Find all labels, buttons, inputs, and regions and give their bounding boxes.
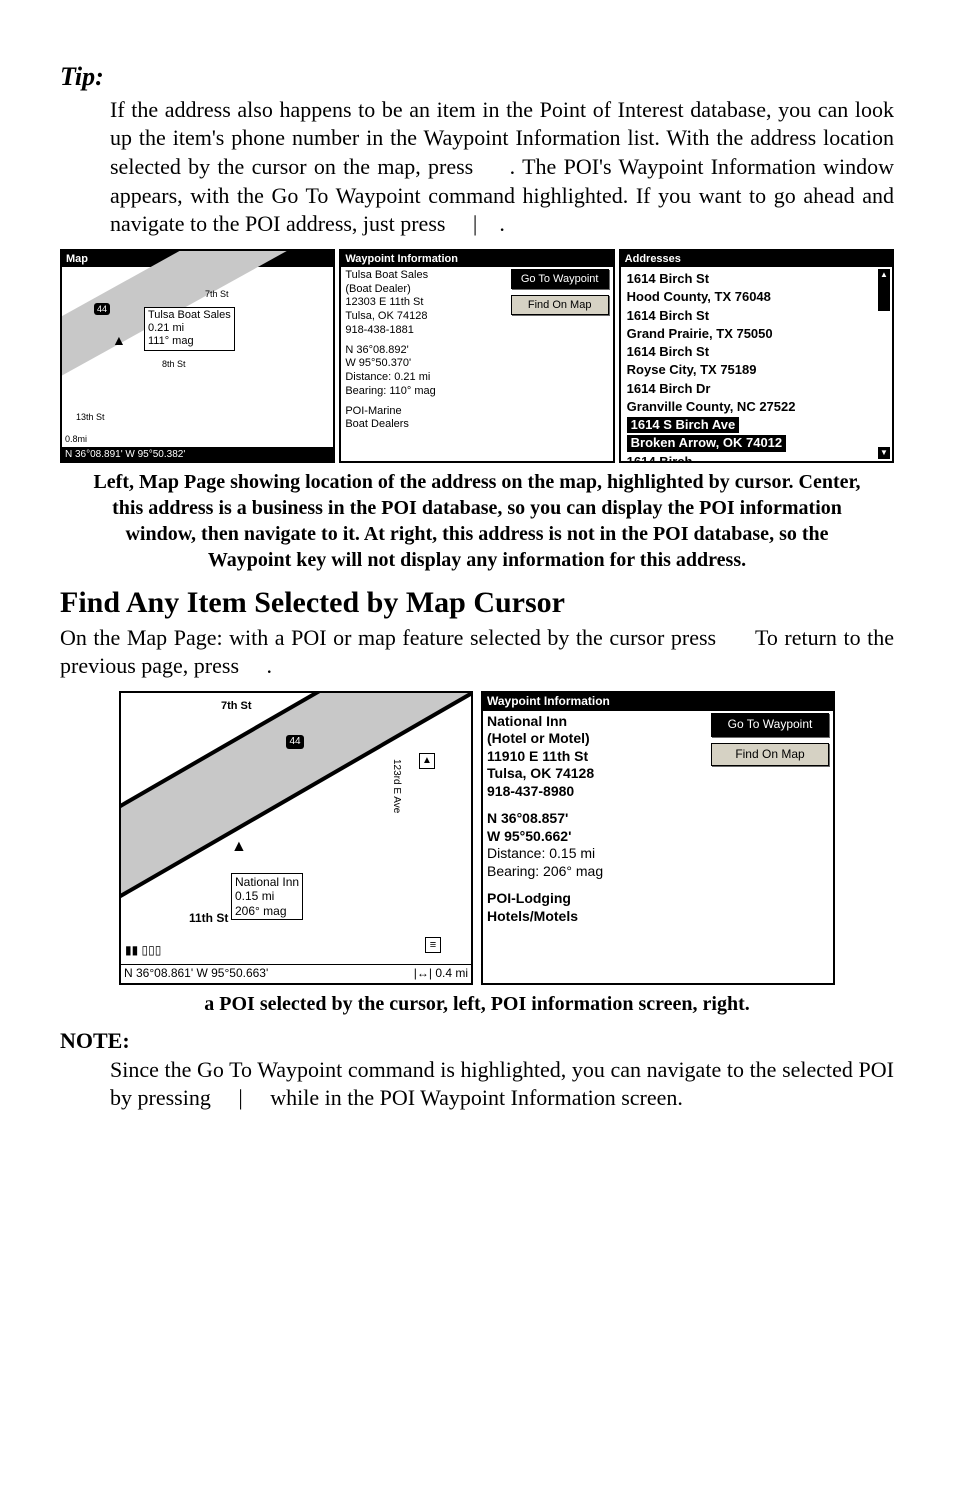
map2-statusbar: N 36°08.861' W 95°50.663' |↔| 0.4 mi: [121, 964, 471, 983]
wp2-title: Waypoint Information: [483, 693, 833, 711]
coords: N 36°08.861' W 95°50.663': [124, 966, 268, 982]
waypoint-panel-2: Waypoint Information National Inn (Hotel…: [481, 691, 835, 985]
cursor-arrow-icon: ▲: [112, 331, 126, 349]
wp-cat2: Hotels/Motels: [487, 908, 707, 926]
scrollbar[interactable]: ▲ ▼: [878, 269, 890, 459]
cursor-arrow-icon: ▲: [231, 837, 247, 858]
tooltip-line: 111° mag: [148, 335, 231, 348]
wp2-buttons: Go To Waypoint Find On Map: [711, 709, 833, 983]
wp-addr: 11910 E 11th St: [487, 748, 707, 766]
address-item[interactable]: 1614 S Birch Ave: [627, 417, 888, 433]
wp-type: (Hotel or Motel): [487, 730, 707, 748]
wp-brg: Bearing: 206° mag: [487, 863, 707, 881]
map-panel-1: Map 44 7th St 8th St 13th St Tulsa Boat …: [60, 249, 335, 463]
map-panel-2: 7th St 44 ▲ 123rd E Ave ▲ National Inn 0…: [119, 691, 473, 985]
map-tooltip: Tulsa Boat Sales 0.21 mi 111° mag: [144, 307, 235, 351]
poi-icons-row: ▮▮ ▯▯▯: [125, 943, 161, 959]
wp-lon: W 95°50.370': [345, 357, 506, 371]
wp-brg: Bearing: 110° mag: [345, 385, 506, 399]
zoom-indicator: |↔| 0.4 mi: [414, 966, 468, 982]
note-body: Since the Go To Waypoint command is high…: [110, 1056, 894, 1113]
figure-row-3: Map 44 7th St 8th St 13th St Tulsa Boat …: [60, 249, 894, 463]
map2-body: 7th St 44 ▲ 123rd E Ave ▲ National Inn 0…: [121, 693, 471, 983]
hw-shield: 44: [94, 303, 110, 315]
wp-lon: W 95°50.662': [487, 828, 707, 846]
zoom-value: 0.4 mi: [435, 966, 468, 980]
address-item[interactable]: Grand Prairie, TX 75050: [627, 326, 888, 342]
section-heading: Find Any Item Selected by Map Cursor: [60, 583, 894, 622]
map-scale: 0.8mi: [65, 434, 87, 446]
map-statusbar: N 36°08.891' W 95°50.382': [62, 447, 333, 462]
address-item[interactable]: Granville County, NC 27522: [627, 399, 888, 415]
scroll-down-icon[interactable]: ▼: [878, 447, 890, 459]
figure2-caption: a POI selected by the cursor, left, POI …: [84, 991, 870, 1017]
street-label: 123rd E Ave: [390, 759, 403, 813]
wp2-details: National Inn (Hotel or Motel) 11910 E 11…: [483, 709, 711, 983]
section-para: On the Map Page: with a POI or map featu…: [60, 624, 894, 681]
tooltip-line: 0.15 mi: [235, 889, 299, 903]
figure3-caption: Left, Map Page showing location of the a…: [84, 469, 870, 573]
address-item[interactable]: 1614 Birch St: [627, 308, 888, 324]
wp-cat1: POI-Marine: [345, 405, 506, 419]
layers-icon[interactable]: ≡: [425, 937, 441, 953]
map1-body: 44 7th St 8th St 13th St Tulsa Boat Sale…: [62, 267, 333, 462]
note-label: NOTE:: [60, 1027, 894, 1056]
wp-dist: Distance: 0.15 mi: [487, 845, 707, 863]
find-on-map-button[interactable]: Find On Map: [711, 743, 829, 767]
wp-city: Tulsa, OK 74128: [487, 765, 707, 783]
address-item[interactable]: 1614 Birch Dr: [627, 381, 888, 397]
wp-lat: N 36°08.892': [345, 344, 506, 358]
scroll-thumb[interactable]: [878, 281, 890, 311]
wp-phone: 918-438-1881: [345, 324, 506, 338]
wp-lat: N 36°08.857': [487, 810, 707, 828]
wp-cat2: Boat Dealers: [345, 418, 506, 432]
tooltip-line: 206° mag: [235, 904, 299, 918]
go-to-waypoint-button[interactable]: Go To Waypoint: [511, 269, 609, 289]
hw-shield: 44: [286, 735, 304, 749]
address-item[interactable]: Royse City, TX 75189: [627, 362, 888, 378]
waypoint-panel-1: Waypoint Information Tulsa Boat Sales (B…: [339, 249, 614, 463]
addresses-panel: Addresses 1614 Birch St Hood County, TX 7…: [619, 249, 894, 463]
address-item[interactable]: 1614 Birch St: [627, 344, 888, 360]
address-item[interactable]: 1614 Birch: [627, 454, 888, 463]
street-label: 7th St: [205, 289, 229, 301]
wp-name: National Inn: [487, 713, 707, 731]
find-on-map-button[interactable]: Find On Map: [511, 295, 609, 315]
address-item[interactable]: Broken Arrow, OK 74012: [627, 435, 888, 451]
addr-title: Addresses: [621, 251, 892, 267]
tip-body: If the address also happens to be an ite…: [110, 96, 894, 239]
wp-name: Tulsa Boat Sales: [345, 269, 506, 283]
wp1-buttons: Go To Waypoint Find On Map: [511, 265, 613, 461]
address-item[interactable]: 1614 Birch St: [627, 271, 888, 287]
wp-type: (Boat Dealer): [345, 283, 506, 297]
street-label: 8th St: [162, 359, 186, 371]
figure-row-2: 7th St 44 ▲ 123rd E Ave ▲ National Inn 0…: [60, 691, 894, 985]
wp1-details: Tulsa Boat Sales (Boat Dealer) 12303 E 1…: [341, 265, 510, 461]
map-tooltip: National Inn 0.15 mi 206° mag: [231, 873, 303, 920]
wp-dist: Distance: 0.21 mi: [345, 371, 506, 385]
tooltip-line: National Inn: [235, 875, 299, 889]
tooltip-line: Tulsa Boat Sales: [148, 309, 231, 322]
highway-band: [119, 691, 473, 904]
street-label: 13th St: [76, 412, 105, 424]
wp1-title: Waypoint Information: [341, 251, 612, 267]
address-item[interactable]: Hood County, TX 76048: [627, 289, 888, 305]
wp-addr: 12303 E 11th St: [345, 296, 506, 310]
wp-cat1: POI-Lodging: [487, 890, 707, 908]
wp-phone: 918-437-8980: [487, 783, 707, 801]
street-label: 11th St: [189, 911, 228, 927]
go-to-waypoint-button[interactable]: Go To Waypoint: [711, 713, 829, 737]
wp-city: Tulsa, OK 74128: [345, 310, 506, 324]
tooltip-line: 0.21 mi: [148, 322, 231, 335]
tip-label: Tip:: [60, 60, 894, 94]
address-list[interactable]: 1614 Birch St Hood County, TX 76048 1614 B…: [621, 267, 892, 463]
scroll-up-icon[interactable]: ▲: [878, 269, 890, 281]
street-label: 7th St: [221, 699, 252, 713]
north-icon: ▲: [419, 753, 435, 769]
